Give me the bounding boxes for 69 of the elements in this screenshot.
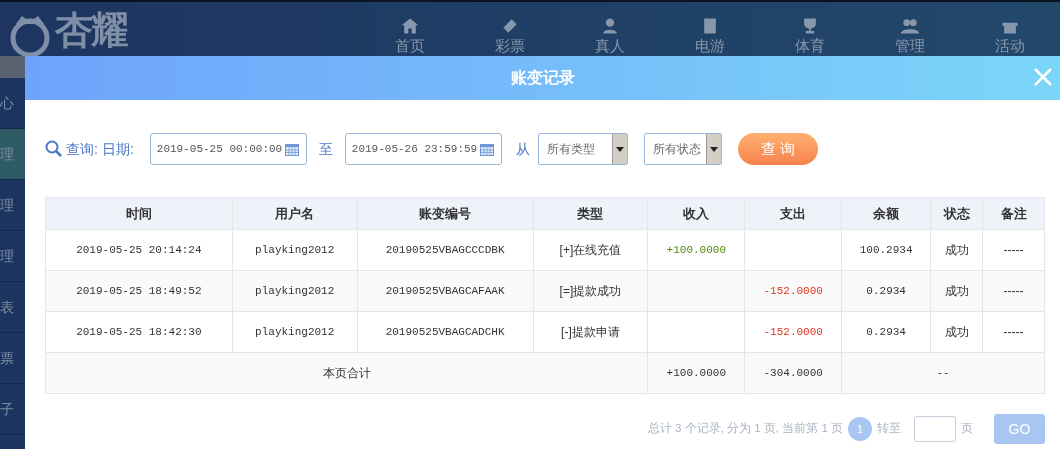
table-cell: 20190525VBAGCAFAAK <box>357 270 534 312</box>
table-cell: 0.2934 <box>841 270 931 312</box>
table-cell: +100.0000 <box>647 229 745 271</box>
nav-item[interactable]: 管理 <box>860 2 960 56</box>
column-header: 余额 <box>841 197 931 230</box>
table-cell: 2019-05-25 18:42:30 <box>45 311 233 353</box>
search-button[interactable]: 查 询 <box>737 133 818 165</box>
column-header: 备注 <box>982 197 1045 230</box>
table-cell: [+]在线充值 <box>533 229 648 271</box>
table-cell: 成功 <box>930 311 983 353</box>
page-label: 页 <box>961 421 973 437</box>
to-label: 至 <box>318 139 333 159</box>
nav-item[interactable]: 活动 <box>960 2 1060 56</box>
table-cell: 2019-05-25 18:49:52 <box>45 270 233 312</box>
select-field[interactable]: 所有状态 <box>643 133 722 165</box>
column-header: 收入 <box>647 197 745 230</box>
query-label: 查询: <box>66 139 98 159</box>
logo-text: 杏耀 <box>55 8 127 53</box>
table-cell: -152.0000 <box>744 270 842 312</box>
table-cell: 成功 <box>930 270 983 312</box>
calendar-icon[interactable] <box>478 141 495 157</box>
column-header: 类型 <box>533 197 648 230</box>
search-icon <box>45 140 63 158</box>
table-cell: +100.0000 <box>647 352 745 394</box>
table-cell: playking2012 <box>232 229 358 271</box>
column-header: 支出 <box>744 197 842 230</box>
column-header: 状态 <box>930 197 983 230</box>
nav-item[interactable]: 真人 <box>560 2 660 56</box>
table-cell: -- <box>841 352 1045 394</box>
sidebar-item[interactable]: 理 <box>0 129 25 180</box>
date-label: 日期: <box>101 139 134 159</box>
nav-item[interactable]: 首页 <box>360 2 460 56</box>
from-label: 从 <box>515 139 530 159</box>
table-cell: 成功 <box>930 229 983 271</box>
table-cell: playking2012 <box>232 311 358 353</box>
table-cell: [-]提款申请 <box>533 311 648 353</box>
logo-icon <box>8 14 52 58</box>
table-cell: 20190525VBAGCADCHK <box>357 311 534 353</box>
date-field[interactable]: 2019-05-25 00:00:00 <box>149 133 307 165</box>
nav-item[interactable]: 体育 <box>760 2 860 56</box>
table-cell: 2019-05-25 20:14:24 <box>45 229 233 271</box>
table-cell: 0.2934 <box>841 311 931 353</box>
select-field[interactable]: 所有类型 <box>537 133 628 165</box>
goto-label: 转至 <box>877 421 901 437</box>
column-header: 账变编号 <box>357 197 534 230</box>
table-cell: -152.0000 <box>744 311 842 353</box>
calendar-icon[interactable] <box>283 141 300 157</box>
dialog-title: 账变记录 <box>510 68 575 88</box>
nav-item[interactable]: 电游 <box>660 2 760 56</box>
home-icon <box>400 16 420 36</box>
people-icon <box>900 16 920 36</box>
page-input[interactable] <box>914 416 956 442</box>
table-cell: 20190525VBAGCCCDBK <box>357 229 534 271</box>
person-icon <box>600 16 620 36</box>
table-cell: -304.0000 <box>744 352 842 394</box>
pagination-summary: 总计 3 个记录, 分为 1 页, 当前第 1 页 <box>647 421 843 437</box>
column-header: 时间 <box>45 197 233 230</box>
nav-item[interactable]: 彩票 <box>460 2 560 56</box>
total-label: 本页合计 <box>45 352 648 394</box>
date-field[interactable]: 2019-05-26 23:59:59 <box>344 133 502 165</box>
table-cell: ----- <box>982 311 1045 353</box>
table-cell: playking2012 <box>232 270 358 312</box>
column-header: 用户名 <box>232 197 358 230</box>
table-cell: 100.2934 <box>841 229 931 271</box>
table-cell: [=]提款成功 <box>533 270 648 312</box>
table-cell: ----- <box>982 270 1045 312</box>
sidebar-header-bar <box>0 56 25 78</box>
table-cell: ----- <box>982 229 1045 271</box>
close-icon[interactable] <box>1032 66 1054 88</box>
